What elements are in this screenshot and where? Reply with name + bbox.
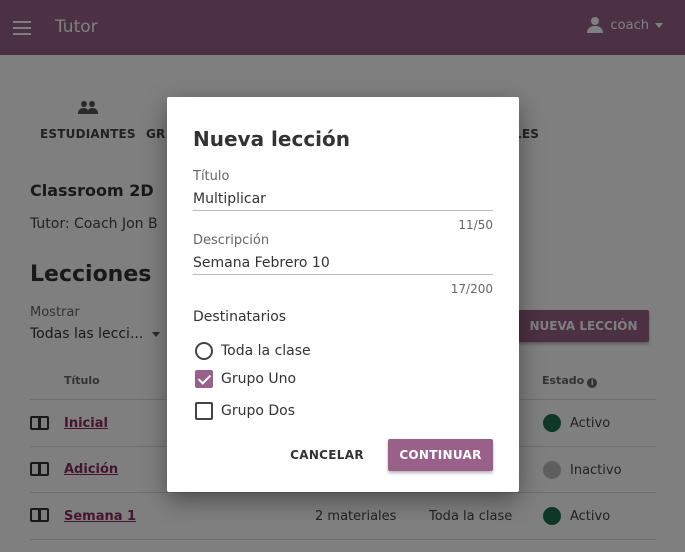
group-one-checkbox[interactable] <box>195 370 213 388</box>
title-input[interactable] <box>193 187 493 211</box>
whole-class-radio[interactable] <box>195 342 213 360</box>
description-field-label: Descripción <box>193 233 270 248</box>
new-lesson-dialog: Nueva lección Título 11/50 Descripción 1… <box>167 97 519 492</box>
cancel-button[interactable]: CANCELAR <box>285 440 369 470</box>
group-two-label[interactable]: Grupo Dos <box>221 403 295 419</box>
description-input[interactable] <box>193 251 493 275</box>
group-one-label[interactable]: Grupo Uno <box>221 371 296 387</box>
recipients-label: Destinatarios <box>193 309 287 325</box>
group-two-checkbox[interactable] <box>195 402 213 420</box>
title-counter: 11/50 <box>458 218 493 232</box>
dialog-title: Nueva lección <box>193 127 351 151</box>
continue-button[interactable]: CONTINUAR <box>388 439 493 471</box>
whole-class-label[interactable]: Toda la clase <box>221 343 311 359</box>
title-field-label: Título <box>193 169 230 184</box>
description-counter: 17/200 <box>450 282 493 296</box>
